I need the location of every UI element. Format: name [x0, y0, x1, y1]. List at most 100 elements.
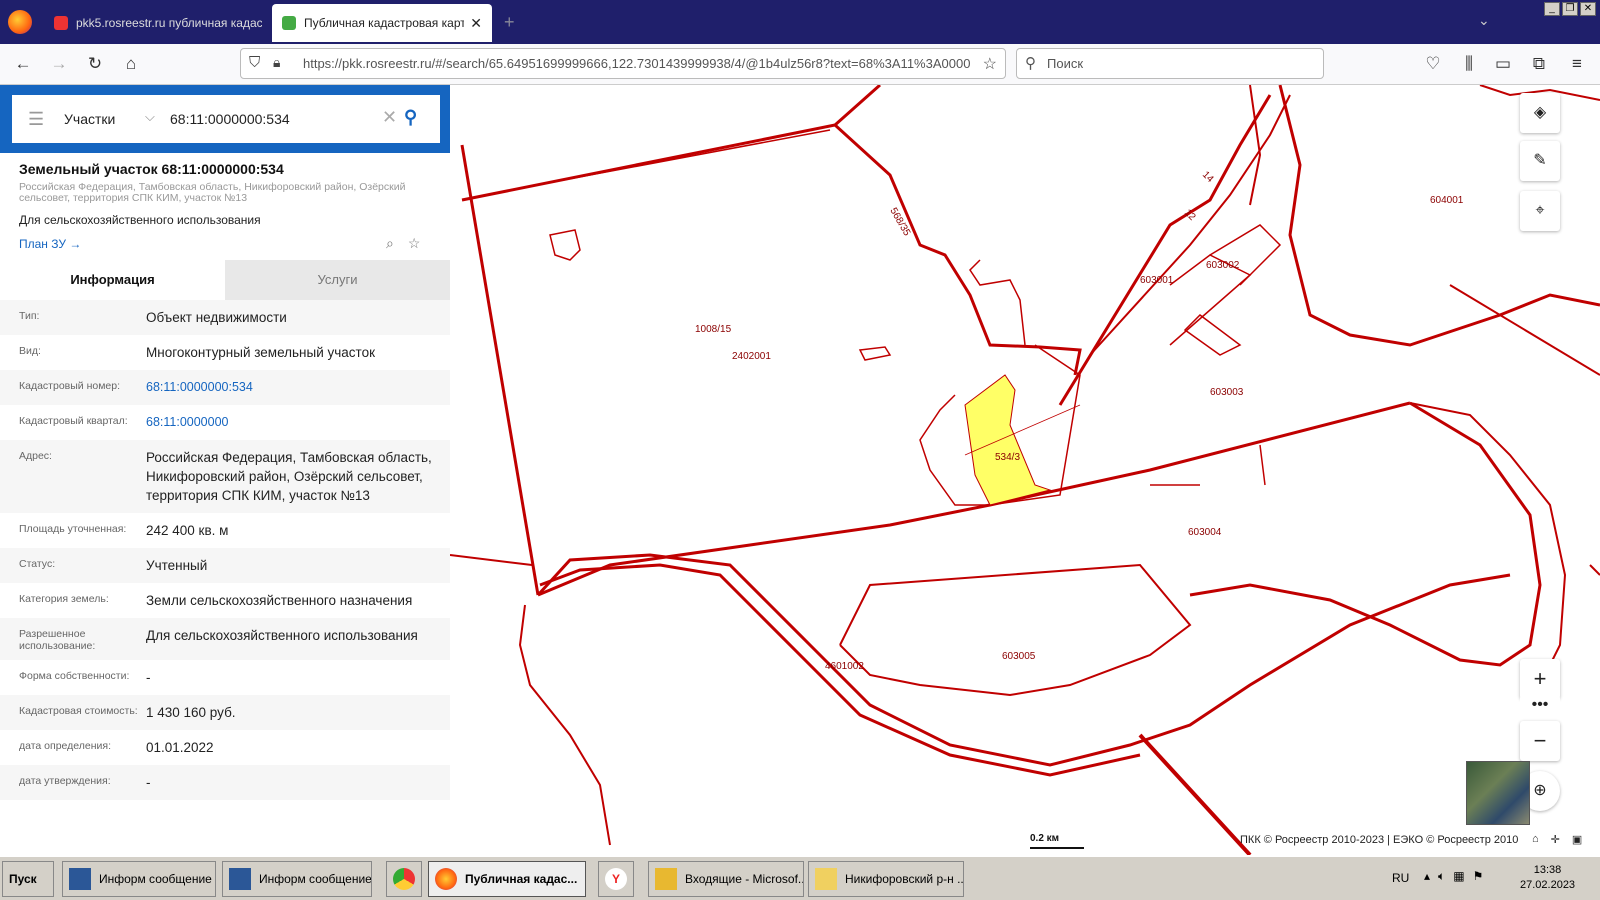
browser-navbar: ← → ↻ ⌂ ⛉ 🔒︎ https://pkk.rosreestr.ru/#/… — [0, 44, 1600, 85]
extensions-icon[interactable]: ⧉ — [1528, 54, 1550, 74]
attr-label: дата утверждения: — [19, 775, 111, 787]
taskbar-label: Публичная кадас... — [465, 872, 578, 886]
map-canvas[interactable]: 1008/15 2402001 568/35 14 12 603001 6030… — [450, 85, 1600, 855]
attr-row: Форма собственности: - — [0, 660, 450, 695]
window-controls: _ ❐ ✕ — [1544, 2, 1596, 16]
cadastral-quarter-link[interactable]: 68:11:0000000 — [146, 413, 450, 432]
menu-icon[interactable]: ≡ — [1566, 54, 1588, 74]
info-tabs: Информация Услуги — [0, 260, 450, 300]
tab-services[interactable]: Услуги — [225, 260, 450, 300]
clock-date: 27.02.2023 — [1520, 879, 1576, 891]
taskbar-item-folder[interactable]: Никифоровский р-н ... — [808, 861, 964, 897]
attr-row: Площадь уточненная: 242 400 кв. м — [0, 513, 450, 548]
map-label: 603005 — [1002, 651, 1036, 662]
word-icon — [229, 868, 251, 890]
browser-titlebar: pkk5.rosreestr.ru публичная кадас Публич… — [0, 0, 1600, 44]
cadastral-map[interactable]: 1008/15 2402001 568/35 14 12 603001 6030… — [450, 85, 1600, 855]
basemap-thumbnail[interactable] — [1466, 761, 1530, 825]
tab-pkk5[interactable]: pkk5.rosreestr.ru публичная кадас — [44, 4, 272, 42]
zoom-in-button[interactable]: + — [1520, 659, 1560, 699]
list-tabs-icon[interactable]: ⌄ — [1478, 12, 1490, 29]
attr-value: 242 400 кв. м — [146, 523, 229, 538]
home-icon[interactable]: ⌂ — [1532, 833, 1539, 846]
tab-pkk-active[interactable]: Публичная кадастровая карта ✕ — [272, 4, 492, 42]
new-tab-icon[interactable]: + — [504, 12, 515, 33]
hamburger-icon[interactable]: ☰ — [28, 109, 44, 130]
forward-icon[interactable]: → — [48, 54, 70, 74]
attr-value: 1 430 160 руб. — [146, 705, 236, 720]
map-label: 2402001 — [732, 351, 771, 362]
web-search-input[interactable]: ⚲ Поиск — [1016, 48, 1324, 79]
map-label: 603003 — [1210, 387, 1244, 398]
map-label: 14 — [1200, 169, 1216, 185]
favorite-star-icon[interactable]: ☆ — [408, 235, 421, 252]
back-icon[interactable]: ← — [12, 54, 34, 74]
attr-label: Площадь уточненная: — [19, 523, 127, 535]
attr-row: дата утверждения: - — [0, 765, 450, 800]
firefox-icon[interactable] — [8, 10, 32, 34]
search-type-select[interactable]: Участки — [64, 111, 115, 127]
search-icon[interactable]: ⚲ — [404, 107, 417, 128]
chrome-logo-icon — [393, 868, 415, 890]
plan-link[interactable]: План ЗУ → — [19, 237, 81, 251]
attr-value: - — [146, 775, 151, 790]
tab-label: pkk5.rosreestr.ru публичная кадас — [76, 16, 262, 30]
zoom-to-object-icon[interactable]: ⌕ — [386, 235, 394, 252]
layers-button[interactable]: ◈ — [1520, 93, 1560, 133]
search-icon: ⚲ — [1025, 55, 1036, 72]
yandex-browser-icon[interactable]: Y — [598, 861, 634, 897]
zoom-out-button[interactable]: − — [1520, 721, 1560, 761]
clear-icon[interactable]: ✕ — [382, 107, 397, 128]
outlook-icon — [655, 868, 677, 890]
taskbar-item-firefox[interactable]: Публичная кадас... — [428, 861, 586, 897]
taskbar-item-word-2[interactable]: Информ сообщение ... — [222, 861, 372, 897]
address-bar[interactable]: ⛉ 🔒︎ https://pkk.rosreestr.ru/#/search/6… — [240, 48, 1006, 79]
language-indicator[interactable]: RU — [1392, 871, 1409, 885]
close-tab-icon[interactable]: ✕ — [470, 15, 482, 32]
start-button[interactable]: Пуск — [2, 861, 54, 897]
attr-label: Форма собственности: — [19, 670, 130, 682]
attr-row: Адрес: Российская Федерация, Тамбовская о… — [0, 440, 450, 513]
crosshair-icon[interactable]: ✛ — [1551, 833, 1560, 846]
library-icon[interactable]: ⫼ — [1458, 54, 1480, 74]
cadastral-search-input[interactable]: 68:11:0000000:534 — [170, 111, 290, 127]
minimize-button[interactable]: _ — [1544, 2, 1560, 16]
tray-icons: ▴ 🔈︎ ▦ ⚑ — [1424, 869, 1483, 884]
lock-icon[interactable]: 🔒︎ — [273, 54, 280, 71]
reload-icon[interactable]: ↻ — [84, 54, 106, 74]
pocket-icon[interactable]: ♡ — [1422, 54, 1444, 74]
sidebar-icon[interactable]: ▭ — [1492, 54, 1514, 74]
firefox-icon — [435, 868, 457, 890]
clock[interactable]: 13:38 27.02.2023 — [1520, 863, 1575, 893]
chrome-icon[interactable] — [386, 861, 422, 897]
home-icon[interactable]: ⌂ — [120, 54, 142, 74]
volume-icon[interactable]: 🔈︎ — [1438, 869, 1445, 884]
yandex-logo-icon: Y — [605, 868, 627, 890]
zoom-more-icon[interactable]: ••• — [1520, 695, 1560, 721]
taskbar-item-word-1[interactable]: Информ сообщение ... — [62, 861, 216, 897]
bookmark-star-icon[interactable]: ☆ — [982, 54, 997, 74]
attr-row: дата определения: 01.01.2022 — [0, 730, 450, 765]
taskbar-item-outlook[interactable]: Входящие - Microsof... — [648, 861, 804, 897]
ruler-button[interactable]: ✎ — [1520, 141, 1560, 181]
chevron-down-icon[interactable]: ⌵ — [145, 109, 155, 125]
attr-row: Кадастровый квартал: 68:11:0000000 — [0, 405, 450, 440]
object-address: Российская Федерация, Тамбовская область… — [19, 181, 406, 204]
search-placeholder: Поиск — [1047, 56, 1084, 71]
map-label: 1008/15 — [695, 324, 732, 335]
restore-button[interactable]: ❐ — [1562, 2, 1578, 16]
cadastral-number-link[interactable]: 68:11:0000000:534 — [146, 378, 450, 397]
tab-information[interactable]: Информация — [0, 260, 225, 300]
tray-arrow-icon[interactable]: ▴ — [1424, 869, 1430, 884]
flag-icon[interactable]: ⚑ — [1473, 869, 1484, 884]
shield-icon[interactable]: ⛉ — [249, 54, 260, 71]
object-actions: ⌕ ☆ — [386, 235, 420, 252]
taskbar-label: Никифоровский р-н ... — [845, 872, 964, 886]
locate-button[interactable]: ⌖ — [1520, 191, 1560, 231]
fullscreen-icon[interactable]: ▣ — [1572, 833, 1582, 846]
network-icon[interactable]: ▦ — [1453, 869, 1464, 884]
attr-row: Тип: Объект недвижимости — [0, 300, 450, 335]
panel-header: ☰ Участки ⌵ 68:11:0000000:534 ✕ ⚲ ‹ — [0, 85, 466, 153]
attr-value: Учтенный — [146, 558, 208, 573]
close-button[interactable]: ✕ — [1580, 2, 1596, 16]
